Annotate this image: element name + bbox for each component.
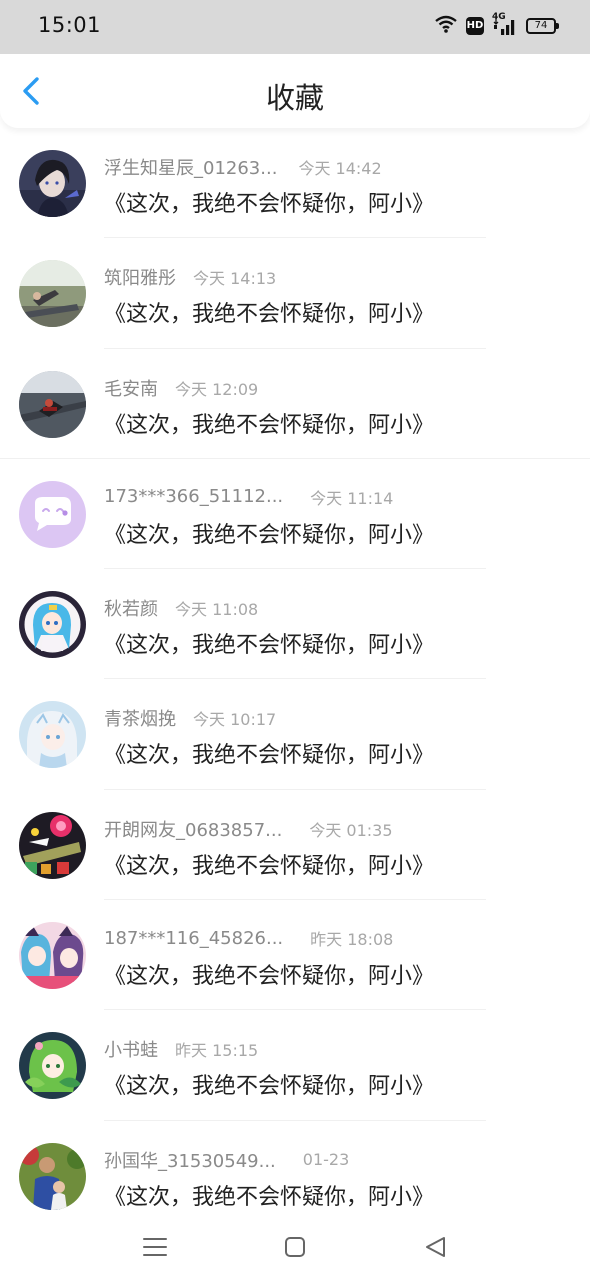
item-time: 01-23 <box>302 1150 350 1170</box>
list-item[interactable]: 秋若颜 今天 11:08 《这次，我绝不会怀疑你，阿小》 <box>0 569 590 680</box>
item-message: 《这次，我绝不会怀疑你，阿小》 <box>104 192 435 217</box>
list-item[interactable]: 开朗网友_0683857... 今天 01:35 《这次，我绝不会怀疑你，阿小》 <box>0 790 590 901</box>
item-time: 昨天 15:15 <box>175 1041 259 1061</box>
header: 收藏 <box>0 54 590 128</box>
item-time: 今天 14:13 <box>193 269 277 289</box>
system-nav-bar <box>0 1216 590 1280</box>
item-time: 今天 10:17 <box>193 710 277 730</box>
avatar-default-chat[interactable] <box>19 480 86 548</box>
item-message: 《这次，我绝不会怀疑你，阿小》 <box>104 1184 435 1210</box>
item-time: 昨天 18:08 <box>310 930 394 950</box>
item-meta: 筑阳雅彤 今天 14:13 <box>104 264 276 290</box>
avatar-family-photo[interactable] <box>19 1142 86 1210</box>
user-name: 187***116_45826... <box>104 927 284 949</box>
item-meta: 毛安南 今天 12:09 <box>104 375 258 401</box>
item-message: 《这次，我绝不会怀疑你，阿小》 <box>104 633 435 659</box>
avatar-colorful-art[interactable] <box>19 811 86 879</box>
item-meta: 青茶烟挽 今天 10:17 <box>104 705 276 731</box>
item-message: 《这次，我绝不会怀疑你，阿小》 <box>104 302 435 328</box>
item-message: 《这次，我绝不会怀疑你，阿小》 <box>104 1074 435 1100</box>
list-item[interactable]: 孙国华_31530549... 01-23 《这次，我绝不会怀疑你，阿小》 <box>0 1121 590 1216</box>
back-nav-button[interactable] <box>420 1232 450 1262</box>
avatar-outdoor-photo[interactable] <box>19 260 86 328</box>
avatar-anime-blue-hair[interactable] <box>19 591 86 659</box>
user-name: 小书蛙 <box>104 1040 158 1062</box>
item-meta: 187***116_45826... 昨天 18:08 <box>104 926 393 952</box>
battery-icon: 74 <box>526 18 559 34</box>
list-item[interactable]: 浮生知星辰_01263... 今天 14:42 《这次，我绝不会怀疑你，阿小》 <box>0 128 590 239</box>
list-item[interactable]: 187***116_45826... 昨天 18:08 《这次，我绝不会怀疑你，阿… <box>0 900 590 1011</box>
user-name: 孙国华_31530549... <box>104 1150 276 1172</box>
list-item[interactable]: 青茶烟挽 今天 10:17 《这次，我绝不会怀疑你，阿小》 <box>0 679 590 791</box>
user-name: 秋若颜 <box>104 599 158 621</box>
item-time: 今天 12:09 <box>175 379 259 399</box>
avatar-anime-pair[interactable] <box>19 922 86 990</box>
page-title: 收藏 <box>265 81 324 115</box>
item-meta: 173***366_51112... 今天 11:14 <box>104 485 393 511</box>
item-meta: 小书蛙 昨天 15:15 <box>104 1036 258 1062</box>
list-item[interactable]: 173***366_51112... 今天 11:14 《这次，我绝不会怀疑你，阿… <box>0 459 590 570</box>
avatar-anime-white-hair[interactable] <box>19 701 86 769</box>
status-time: 15:01 <box>38 13 102 37</box>
list-item[interactable]: 毛安南 今天 12:09 《这次，我绝不会怀疑你，阿小》 <box>0 349 590 460</box>
avatar-dark-hair-boy[interactable] <box>19 150 86 217</box>
item-meta: 开朗网友_0683857... 今天 01:35 <box>104 816 393 842</box>
menu-icon <box>143 1238 167 1256</box>
item-time: 今天 11:08 <box>175 600 259 620</box>
item-time: 今天 01:35 <box>309 820 393 840</box>
user-name: 毛安南 <box>104 378 158 400</box>
status-icons: HD 4G 74 <box>434 12 559 38</box>
user-name: 筑阳雅彤 <box>104 268 176 290</box>
user-name: 浮生知星辰_01263... <box>104 158 278 179</box>
status-bar: 15:01 HD 4G 74 <box>0 0 590 54</box>
item-meta: 秋若颜 今天 11:08 <box>104 595 258 621</box>
item-message: 《这次，我绝不会怀疑你，阿小》 <box>104 853 435 879</box>
item-meta: 浮生知星辰_01263... 今天 14:42 <box>104 154 382 180</box>
signal-4g-icon: 4G <box>492 12 518 37</box>
back-triangle-icon <box>426 1237 445 1257</box>
list-item[interactable]: 小书蛙 昨天 15:15 《这次，我绝不会怀疑你，阿小》 <box>0 1010 590 1121</box>
user-name: 173***366_51112... <box>104 486 284 508</box>
item-meta: 孙国华_31530549... 01-23 <box>104 1147 349 1173</box>
item-time: 今天 14:42 <box>298 159 382 178</box>
hd-icon: HD <box>466 17 484 35</box>
item-message: 《这次，我绝不会怀疑你，阿小》 <box>104 743 435 769</box>
user-name: 青茶烟挽 <box>104 709 176 731</box>
wifi-icon <box>434 14 458 38</box>
item-message: 《这次，我绝不会怀疑你，阿小》 <box>104 412 435 438</box>
item-message: 《这次，我绝不会怀疑你，阿小》 <box>104 964 435 990</box>
avatar-anime-green-hair[interactable] <box>19 1032 86 1100</box>
home-button[interactable] <box>280 1232 310 1262</box>
home-square-icon <box>285 1237 305 1257</box>
list-item[interactable]: 筑阳雅彤 今天 14:13 《这次，我绝不会怀疑你，阿小》 <box>0 238 590 349</box>
avatar-road-illustration[interactable] <box>19 370 86 438</box>
item-time: 今天 11:14 <box>310 488 394 508</box>
item-message: 《这次，我绝不会怀疑你，阿小》 <box>104 522 435 548</box>
user-name: 开朗网友_0683857... <box>104 819 283 841</box>
menu-button[interactable] <box>140 1232 170 1262</box>
favorites-list: 浮生知星辰_01263... 今天 14:42 《这次，我绝不会怀疑你，阿小》 筑… <box>0 128 590 1216</box>
